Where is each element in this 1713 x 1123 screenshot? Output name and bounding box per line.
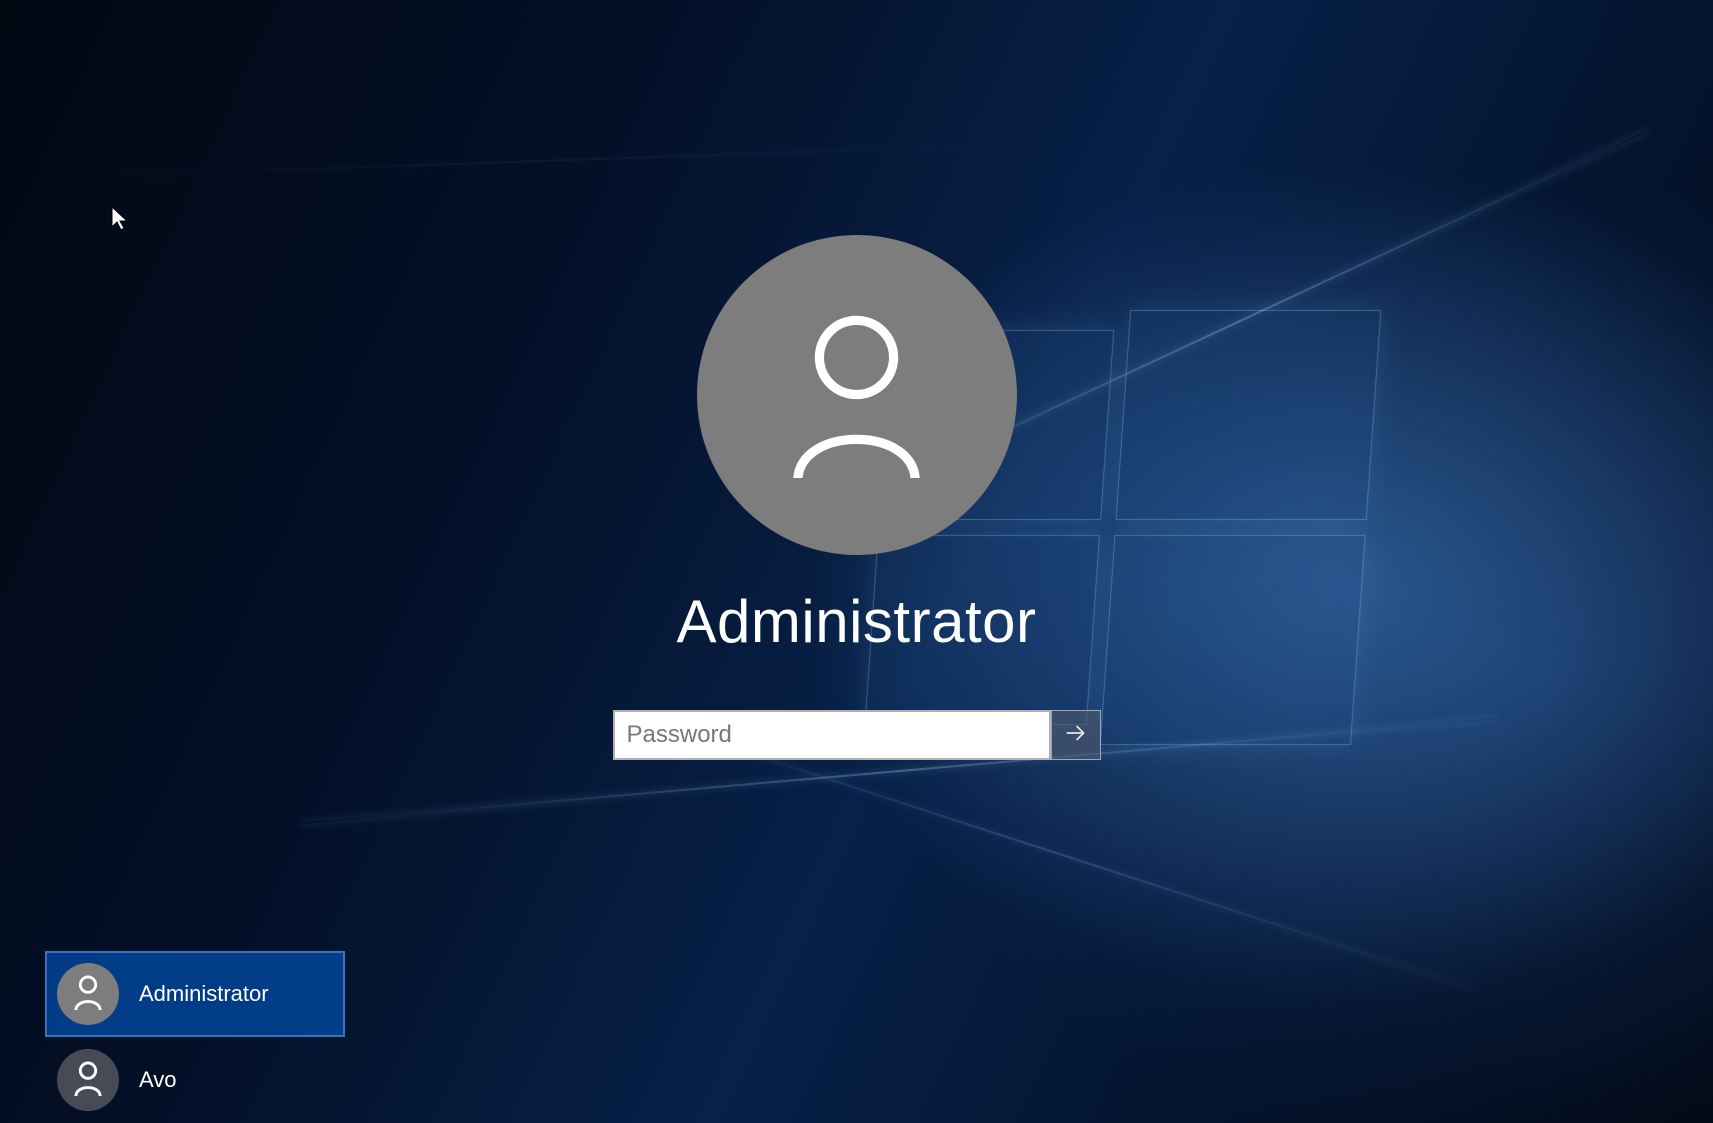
user-icon bbox=[779, 308, 934, 483]
user-list-label: Administrator bbox=[139, 981, 269, 1007]
password-row bbox=[613, 710, 1101, 760]
user-avatar-small bbox=[57, 963, 119, 1025]
light-streak bbox=[40, 143, 1039, 180]
mouse-cursor bbox=[110, 205, 130, 238]
user-icon bbox=[72, 974, 104, 1015]
user-switcher: Administrator Avo bbox=[45, 951, 345, 1123]
selected-username: Administrator bbox=[677, 587, 1037, 656]
user-list-label: Avo bbox=[139, 1067, 177, 1093]
login-panel: Administrator bbox=[613, 235, 1101, 760]
user-list-item-avo[interactable]: Avo bbox=[45, 1037, 345, 1123]
password-input[interactable] bbox=[613, 710, 1051, 760]
submit-button[interactable] bbox=[1051, 710, 1101, 760]
user-avatar bbox=[697, 235, 1017, 555]
arrow-right-icon bbox=[1063, 720, 1089, 751]
user-avatar-small bbox=[57, 1049, 119, 1111]
user-list-item-administrator[interactable]: Administrator bbox=[45, 951, 345, 1037]
user-icon bbox=[72, 1060, 104, 1101]
